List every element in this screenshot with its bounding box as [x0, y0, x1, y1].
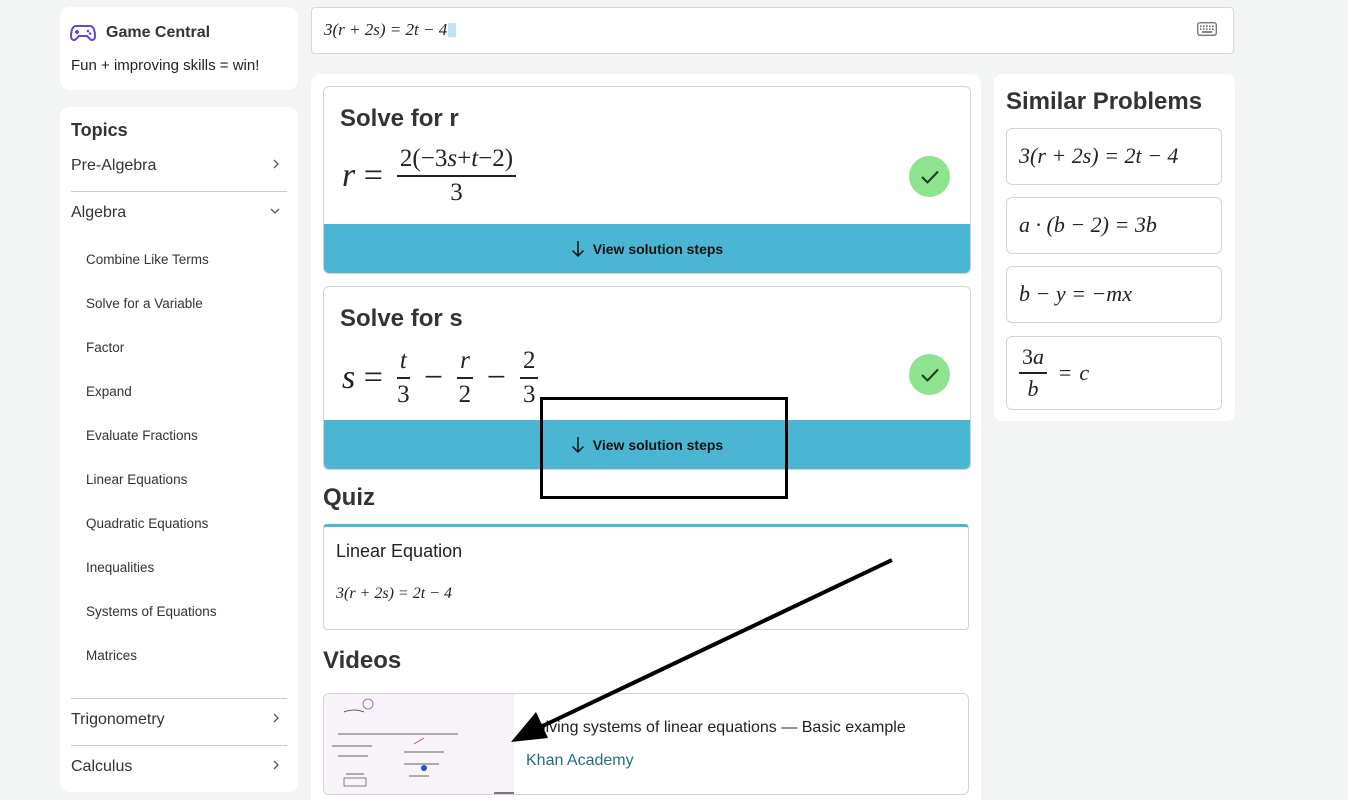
similar-problem-item[interactable]: 3a b = c [1006, 336, 1222, 410]
equation-input-value[interactable]: 3(r + 2s) = 2t − 4 [324, 20, 457, 40]
topic-label: Trigonometry [71, 711, 165, 728]
chevron-down-icon [269, 204, 281, 220]
subtopic-linear-equations[interactable]: Linear Equations [86, 472, 187, 487]
check-icon [909, 354, 950, 395]
similar-problem-text: b − y = −mx [1019, 281, 1132, 306]
subtopic-evaluate-fractions[interactable]: Evaluate Fractions [86, 428, 198, 443]
videos-heading: Videos [323, 647, 402, 674]
subtopic-factor[interactable]: Factor [86, 340, 124, 355]
check-icon [909, 156, 950, 197]
subtopic-inequalities[interactable]: Inequalities [86, 560, 154, 575]
quiz-card-title: Linear Equation [336, 541, 463, 561]
subtopic-solve-for-variable[interactable]: Solve for a Variable [86, 296, 203, 311]
subtopic-combine-like-terms[interactable]: Combine Like Terms [86, 252, 209, 267]
keyboard-icon[interactable] [1197, 22, 1217, 41]
similar-problem-text: 3(r + 2s) = 2t − 4 [1019, 143, 1179, 168]
chevron-right-icon [271, 157, 281, 173]
subtopic-expand[interactable]: Expand [86, 384, 132, 399]
topic-pre-algebra[interactable]: Pre-Algebra [71, 148, 287, 188]
similar-problem-item[interactable]: 3(r + 2s) = 2t − 4 [1006, 128, 1222, 185]
similar-problems-heading: Similar Problems [1006, 88, 1203, 115]
solution-title: Solve for r [340, 105, 459, 132]
topic-label: Algebra [71, 204, 127, 221]
topic-label: Calculus [71, 758, 133, 775]
subtopic-quadratic-equations[interactable]: Quadratic Equations [86, 516, 208, 531]
video-title[interactable]: Solving systems of linear equations — Ba… [526, 719, 906, 737]
similar-problem-item[interactable]: b − y = −mx [1006, 266, 1222, 323]
button-label: View solution steps [592, 240, 724, 257]
gamepad-icon [70, 25, 96, 41]
chevron-right-icon [271, 711, 281, 727]
quiz-card[interactable]: Linear Equation 3(r + 2s) = 2t − 4 [323, 524, 969, 630]
solution-card-r: Solve for r r = 2(−3s+t−2) 3 View soluti… [323, 86, 971, 274]
subtopic-matrices[interactable]: Matrices [86, 648, 137, 663]
similar-problem-item[interactable]: a · (b − 2) = 3b [1006, 197, 1222, 254]
quiz-equation: 3(r + 2s) = 2t − 4 [336, 585, 452, 602]
video-source-link[interactable]: Khan Academy [526, 752, 634, 770]
divider [71, 698, 287, 699]
topic-calculus[interactable]: Calculus [71, 749, 287, 789]
divider [71, 191, 287, 192]
topic-label: Pre-Algebra [71, 157, 157, 174]
similar-problem-text: a · (b − 2) = 3b [1019, 212, 1157, 237]
divider [71, 745, 287, 746]
video-thumbnail[interactable] [324, 694, 514, 794]
view-solution-steps-button[interactable]: View solution steps [324, 224, 970, 273]
topic-trigonometry[interactable]: Trigonometry [71, 702, 287, 742]
video-card[interactable]: Solving systems of linear equations — Ba… [323, 693, 969, 795]
brand-tagline: Fun + improving skills = win! [71, 57, 260, 74]
equation-text: 3(r + 2s) = 2t − 4 [324, 20, 448, 39]
similar-problem-fraction: 3a b = c [1019, 344, 1089, 402]
solution-equation: r = 2(−3s+t−2) 3 [342, 145, 522, 207]
brand-card: Game Central Fun + improving skills = wi… [60, 7, 298, 90]
brand-name: Game Central [106, 24, 211, 41]
text-caret [448, 23, 457, 37]
subtopic-systems-of-equations[interactable]: Systems of Equations [86, 604, 217, 619]
similar-problems-panel: Similar Problems 3(r + 2s) = 2t − 4 a · … [994, 74, 1235, 421]
topics-panel: Topics Pre-Algebra Algebra Combine Like … [60, 107, 298, 792]
solution-title: Solve for s [340, 305, 463, 332]
chevron-right-icon [271, 758, 281, 774]
brand-row[interactable]: Game Central [70, 24, 210, 42]
equation-input[interactable]: 3(r + 2s) = 2t − 4 [311, 7, 1234, 54]
arrow-down-icon [571, 240, 584, 257]
topic-algebra[interactable]: Algebra [71, 195, 287, 235]
quiz-heading: Quiz [323, 484, 375, 511]
solution-equation: s = t3 − r2 − 23 [342, 347, 544, 409]
highlight-box [540, 397, 788, 499]
topics-heading: Topics [71, 120, 128, 140]
